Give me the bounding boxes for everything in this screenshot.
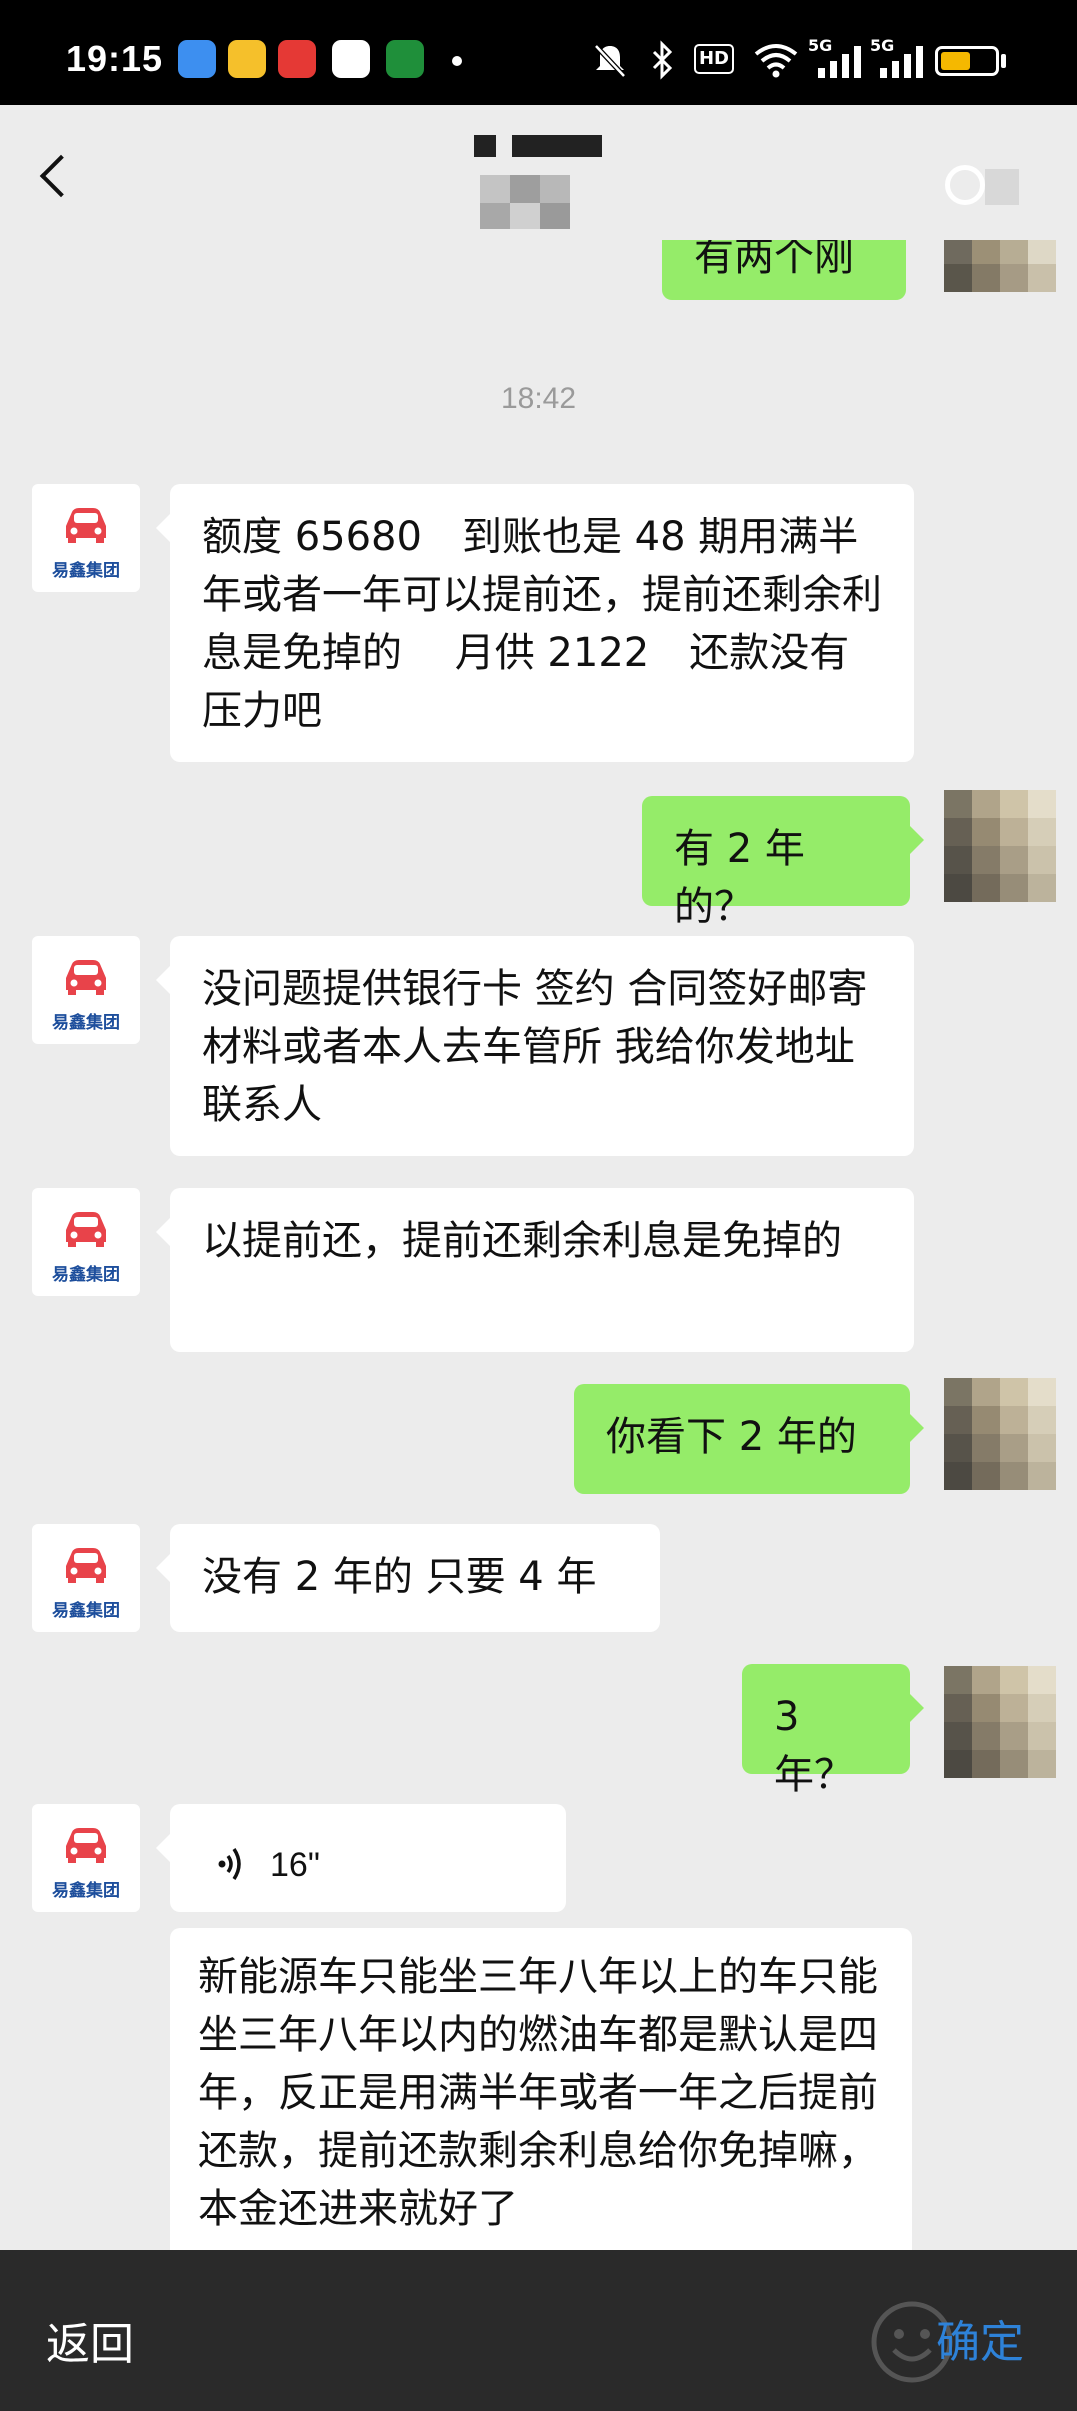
my-avatar[interactable]: [944, 790, 1056, 902]
signal-1: 5G: [808, 36, 864, 80]
contact-avatar[interactable]: 易鑫集团: [32, 936, 140, 1044]
voice-wave-icon: [218, 1848, 241, 1880]
weather-app-icon: [178, 40, 216, 78]
signal-2: 5G: [870, 36, 926, 80]
bluetooth-icon: [652, 40, 673, 80]
status-bar: 19:15 HD 5G 5G: [0, 0, 1077, 105]
notification-dot-icon: [452, 56, 462, 66]
message-bubble-sent[interactable]: 3 年？: [742, 1664, 924, 1798]
contact-badge-label: 易鑫集团: [52, 561, 120, 581]
oppo-app-icon: [386, 40, 424, 78]
back-button[interactable]: [20, 135, 100, 215]
contact-avatar[interactable]: 易鑫集团: [32, 484, 140, 592]
contact-name-redacted: [470, 135, 610, 235]
confirm-button[interactable]: 确定: [936, 2306, 1024, 2370]
message-bubble-received[interactable]: 新能源车只能坐三年八年以上的车只能坐三年八年以内的燃油车都是默认是四年，反正是用…: [170, 1928, 912, 2288]
battery-icon: [935, 46, 999, 76]
chevron-left-icon: [39, 154, 83, 198]
contact-badge-label: 易鑫集团: [52, 1601, 120, 1621]
message-bubble-sent[interactable]: 有 2 年的？: [642, 796, 924, 930]
contact-avatar[interactable]: 易鑫集团: [32, 1804, 140, 1912]
contact-badge-label: 易鑫集团: [52, 1265, 120, 1285]
message-bubble-received[interactable]: 没有 2 年的 只要 4 年: [156, 1524, 660, 1632]
bottom-action-bar: 返回 确定: [0, 2250, 1077, 2411]
cell-signal-icon: [880, 46, 923, 78]
notes-app-icon: [228, 40, 266, 78]
message-bubble-received[interactable]: 额度 65680 到账也是 48 期用满半年或者一年可以提前还，提前还剩余利息是…: [156, 484, 914, 762]
back-text-button[interactable]: 返回: [46, 2308, 134, 2372]
message-bubble-received[interactable]: 没问题提供银行卡 签约 合同签好邮寄材料或者本人去车管所 我给你发地址联系人: [156, 936, 914, 1156]
contact-avatar[interactable]: 易鑫集团: [32, 1524, 140, 1632]
wifi-icon: [754, 44, 798, 78]
contact-badge-label: 易鑫集团: [52, 1013, 120, 1033]
mute-icon: [594, 44, 626, 78]
car-logo-icon: [66, 1828, 106, 1863]
chat-screen: 19:15 HD 5G 5G 有两个刚 18:42 易鑫集团 额度 65680 …: [0, 0, 1077, 2411]
voice-duration: 16": [270, 1846, 320, 1884]
voice-message-bubble[interactable]: 16": [156, 1804, 566, 1912]
battery-cap: [1001, 54, 1006, 68]
car-logo-icon: [66, 1548, 106, 1583]
taobao-app-icon: [332, 40, 370, 78]
car-logo-icon: [66, 1212, 106, 1247]
chat-header: [0, 105, 1077, 240]
car-logo-icon: [66, 960, 106, 995]
status-time: 19:15: [66, 38, 164, 79]
battery-level: [941, 52, 970, 70]
message-bubble-sent[interactable]: 你看下 2 年的: [574, 1384, 924, 1494]
my-avatar[interactable]: [944, 1666, 1056, 1778]
hd-badge: HD: [694, 44, 734, 74]
toutiao-app-icon: [278, 40, 316, 78]
car-logo-icon: [66, 508, 106, 543]
message-bubble-received[interactable]: 以提前还，提前还剩余利息是免掉的: [156, 1188, 914, 1352]
cell-signal-icon: [818, 46, 861, 78]
contact-badge-label: 易鑫集团: [52, 1881, 120, 1901]
contact-avatar[interactable]: 易鑫集团: [32, 1188, 140, 1296]
my-avatar[interactable]: [944, 1378, 1056, 1490]
message-timestamp: 18:42: [500, 382, 577, 415]
